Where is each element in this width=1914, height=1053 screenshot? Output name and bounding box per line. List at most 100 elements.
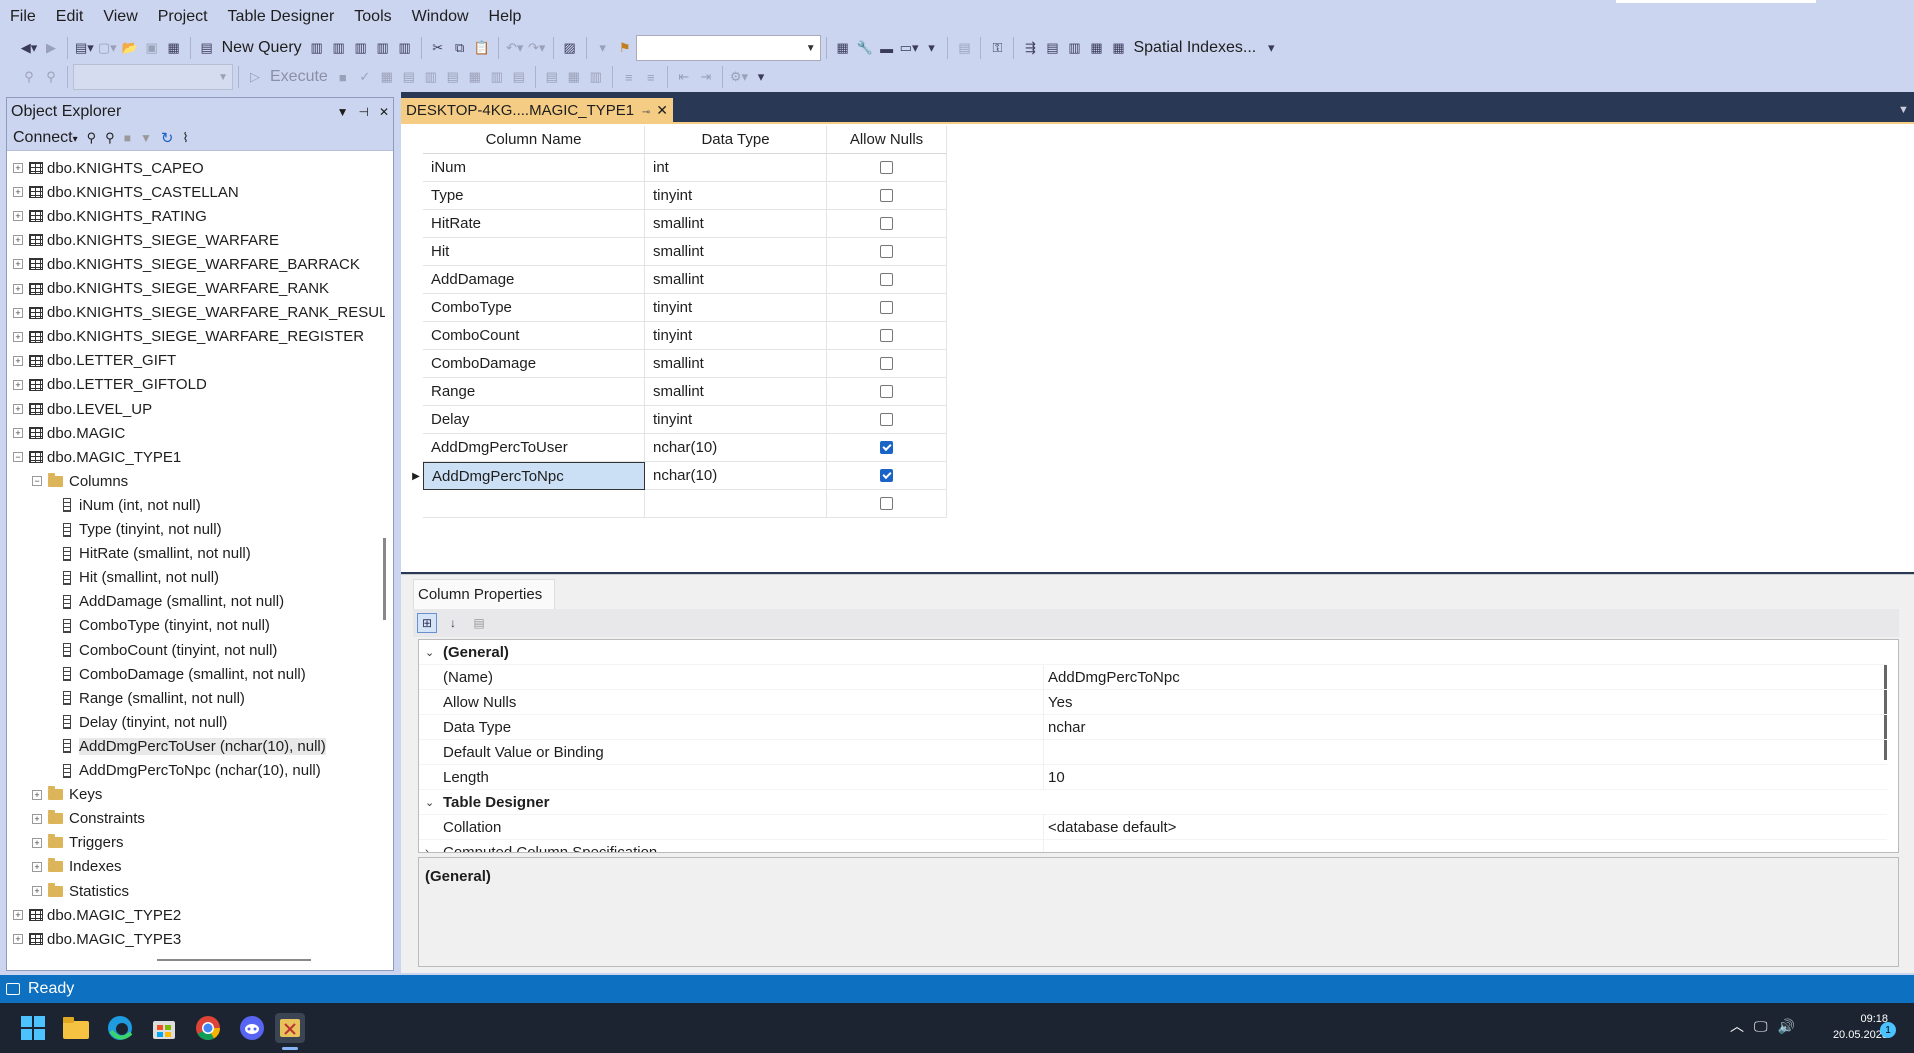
execute-button[interactable]: Execute xyxy=(266,68,332,86)
open-file-icon[interactable]: 📂 xyxy=(119,36,141,60)
allow-nulls-checkbox[interactable] xyxy=(880,329,893,342)
expand-icon[interactable]: + xyxy=(13,235,23,246)
row-selector[interactable] xyxy=(409,154,423,182)
tree-node[interactable]: + dbo.KNIGHTS_SIEGE_WARFARE_REGISTER xyxy=(13,325,364,349)
allow-nulls-checkbox[interactable] xyxy=(880,301,893,314)
relationships-icon[interactable]: ⇶ xyxy=(1019,36,1041,60)
expand-icon[interactable]: + xyxy=(32,813,42,824)
close-icon[interactable]: ✕ xyxy=(379,105,389,119)
row-selector[interactable] xyxy=(409,238,423,266)
tree-node[interactable]: + Indexes xyxy=(32,855,122,879)
close-tab-icon[interactable]: ✕ xyxy=(656,102,668,118)
comment-icon[interactable]: ≡ xyxy=(618,65,640,89)
row-selector[interactable] xyxy=(409,266,423,294)
toolbar-overflow-icon[interactable]: ▾ xyxy=(1260,36,1282,60)
estimated-plan-icon[interactable]: ▦ xyxy=(376,65,398,89)
tab-list-dropdown-icon[interactable]: ▼ xyxy=(1898,104,1909,116)
tree-vertical-scrollbar[interactable] xyxy=(383,538,386,620)
expand-icon[interactable]: + xyxy=(13,259,23,270)
fulltext-index-icon[interactable]: ▥ xyxy=(1063,36,1085,60)
property-value[interactable]: 10 xyxy=(1044,769,1065,786)
quick-launch-search[interactable] xyxy=(1616,0,1816,3)
tree-node[interactable]: HitRate (smallint, not null) xyxy=(63,542,251,566)
menu-window[interactable]: Window xyxy=(402,0,479,34)
allow-nulls-cell[interactable] xyxy=(827,490,947,518)
results-to-file-icon[interactable]: ▥ xyxy=(585,65,607,89)
tree-node[interactable]: AddDmgPercToNpc (nchar(10), null) xyxy=(63,759,321,783)
data-type-cell[interactable]: smallint xyxy=(645,350,827,378)
new-query-button[interactable]: New Query xyxy=(218,39,306,57)
tree-node[interactable]: + Statistics xyxy=(32,879,129,903)
allow-nulls-cell[interactable] xyxy=(827,350,947,378)
decrease-indent-icon[interactable]: ⇤ xyxy=(673,65,695,89)
property-row[interactable]: Default Value or Binding xyxy=(419,739,1887,765)
expand-icon[interactable]: + xyxy=(32,837,42,848)
tree-node[interactable]: + Keys xyxy=(32,783,102,807)
mdx-query-icon[interactable]: ▥ xyxy=(306,36,328,60)
filter-icon[interactable]: ▼ xyxy=(140,131,152,145)
undo-icon[interactable]: ↶▾ xyxy=(504,36,526,60)
pin-icon[interactable]: ⊣ xyxy=(358,105,368,119)
tab-column-properties[interactable]: Column Properties xyxy=(413,579,555,609)
tree-node[interactable]: + dbo.MAGIC_TYPE3 xyxy=(13,927,181,951)
allow-nulls-checkbox[interactable] xyxy=(880,497,893,510)
table-row[interactable]: HitRate smallint xyxy=(409,210,947,238)
store-taskbar-button[interactable] xyxy=(149,1013,179,1043)
expand-icon[interactable]: + xyxy=(13,211,23,222)
property-value[interactable]: nchar xyxy=(1044,719,1086,736)
column-name-cell[interactable]: Type xyxy=(423,182,645,210)
menu-edit[interactable]: Edit xyxy=(46,0,94,34)
table-row[interactable]: Type tinyint xyxy=(409,182,947,210)
property-row[interactable]: › Computed Column Specification xyxy=(419,839,1887,852)
file-explorer-taskbar-button[interactable] xyxy=(61,1013,91,1043)
dax-query-icon[interactable]: ▥ xyxy=(372,36,394,60)
add-item-icon[interactable]: ▢▾ xyxy=(96,36,119,60)
chevron-up-icon[interactable]: ︿ xyxy=(1730,1016,1744,1036)
data-type-cell[interactable]: smallint xyxy=(645,378,827,406)
new-query-icon[interactable]: ▤ xyxy=(196,36,218,60)
live-stats-icon[interactable]: ▥ xyxy=(486,65,508,89)
data-type-cell[interactable]: nchar(10) xyxy=(645,434,827,462)
toolbox-icon[interactable]: ▬ xyxy=(876,36,898,60)
toolbar-overflow-icon[interactable]: ▾ xyxy=(920,36,942,60)
tree-horizontal-scrollbar[interactable] xyxy=(157,959,311,961)
table-designer-icon[interactable]: ▤ xyxy=(953,36,975,60)
find-combo[interactable]: ▼ xyxy=(635,35,821,61)
chrome-taskbar-button[interactable] xyxy=(193,1013,223,1043)
table-row[interactable]: Hit smallint xyxy=(409,238,947,266)
table-row[interactable]: ComboType tinyint xyxy=(409,294,947,322)
expand-icon[interactable]: + xyxy=(13,910,23,921)
expand-icon[interactable]: + xyxy=(13,331,23,342)
categorized-icon[interactable]: ⊞ xyxy=(417,613,437,633)
xmla-query-icon[interactable]: ▥ xyxy=(350,36,372,60)
allow-nulls-cell[interactable] xyxy=(827,462,947,490)
allow-nulls-cell[interactable] xyxy=(827,210,947,238)
tree-node[interactable]: + dbo.LETTER_GIFTOLD xyxy=(13,373,207,397)
allow-nulls-checkbox[interactable] xyxy=(880,413,893,426)
pin-tab-icon[interactable]: ⊸ xyxy=(642,107,650,118)
expand-icon[interactable]: + xyxy=(13,163,23,173)
data-type-cell[interactable]: tinyint xyxy=(645,182,827,210)
column-name-cell[interactable]: Delay xyxy=(423,406,645,434)
parse-icon[interactable]: ✓ xyxy=(354,65,376,89)
chevron-down-icon[interactable]: ⌄ xyxy=(425,796,434,809)
results-to-grid-icon[interactable]: ▦ xyxy=(563,65,585,89)
connect-button[interactable]: Connect▾ xyxy=(13,129,78,147)
results-to-text-icon[interactable]: ▤ xyxy=(541,65,563,89)
tree-node[interactable]: + dbo.KNIGHTS_SIEGE_WARFARE_RANK_RESULT xyxy=(13,301,385,325)
intellisense-icon[interactable]: ▤ xyxy=(442,65,464,89)
disconnect-icon[interactable]: ⚲ xyxy=(105,130,115,146)
start-button[interactable] xyxy=(18,1013,48,1043)
template-explorer-icon[interactable]: ▦ xyxy=(832,36,854,60)
expand-icon[interactable]: + xyxy=(13,283,23,294)
menu-help[interactable]: Help xyxy=(479,0,532,34)
property-row[interactable]: (Name) AddDmgPercToNpc xyxy=(419,664,1887,690)
tree-node[interactable]: − dbo.MAGIC_TYPE1 xyxy=(13,445,181,469)
tree-node[interactable]: + Triggers xyxy=(32,831,123,855)
property-pages-icon[interactable]: ▤ xyxy=(469,613,489,633)
tree-node[interactable]: + dbo.KNIGHTS_RATING xyxy=(13,204,207,228)
column-name-cell[interactable]: HitRate xyxy=(423,210,645,238)
cut-icon[interactable]: ✂ xyxy=(427,36,449,60)
chevron-right-icon[interactable]: › xyxy=(425,846,429,852)
table-row[interactable]: ▶ AddDmgPercToNpc nchar(10) xyxy=(409,462,947,490)
